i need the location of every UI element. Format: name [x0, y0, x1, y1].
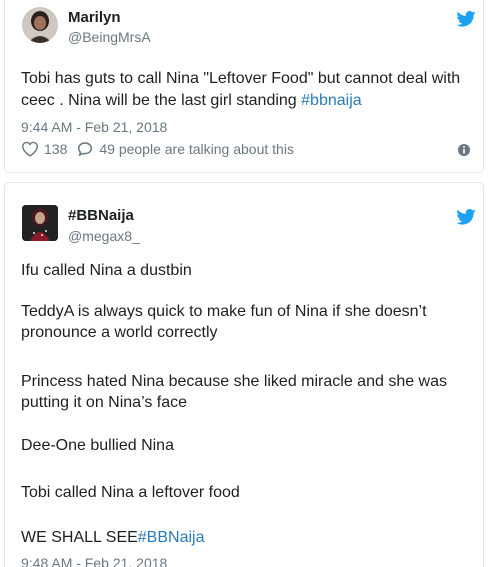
tweet-card: Marilyn @BeingMrsA Tobi has guts to call…	[4, 0, 484, 173]
tweet-text-line: Princess hated Nina because she liked mi…	[21, 373, 448, 390]
tweet-text-line: Tobi has guts to call Nina "Leftover Foo…	[21, 70, 461, 87]
like-button[interactable]: 138	[21, 141, 67, 157]
tweet-text-line: ceec . Nina will be the last girl standi…	[21, 92, 362, 109]
tweet-text-line: Ifu called Nina a dustbin	[21, 262, 192, 279]
display-name[interactable]: #BBNaija	[68, 207, 134, 224]
like-count: 138	[44, 141, 68, 157]
tweet-actions: 138 49 people are talking about this	[21, 139, 294, 159]
heart-icon	[21, 141, 39, 157]
user-handle[interactable]: @BeingMrsA	[68, 29, 151, 45]
tweet-text-line: Dee-One bullied Nina	[21, 437, 174, 454]
twitter-bird-icon[interactable]	[456, 209, 476, 225]
reply-button[interactable]: 49 people are talking about this	[77, 141, 294, 157]
info-icon[interactable]	[457, 143, 471, 157]
tweet-timestamp[interactable]: 9:48 AM - Feb 21, 2018	[21, 555, 167, 567]
tweet-text-line: Tobi called Nina a leftover food	[21, 484, 240, 501]
tweet-text-line: TeddyA is always quick to make fun of Ni…	[21, 303, 427, 320]
tweet-timestamp[interactable]: 9:44 AM - Feb 21, 2018	[21, 119, 167, 135]
hashtag-link[interactable]: #bbnaija	[301, 92, 362, 109]
tweet-card: #BBNaija @megax8_ Ifu called Nina a dust…	[4, 182, 484, 567]
display-name[interactable]: Marilyn	[68, 9, 121, 26]
twitter-bird-icon[interactable]	[456, 11, 476, 27]
hashtag-link[interactable]: #BBNaija	[138, 529, 205, 546]
speech-bubble-icon	[77, 141, 93, 157]
avatar[interactable]	[22, 7, 58, 43]
tweet-text-line: putting it on Nina’s face	[21, 394, 188, 411]
conversation-count-text: 49 people are talking about this	[99, 141, 294, 157]
avatar[interactable]	[22, 205, 58, 241]
user-handle[interactable]: @megax8_	[68, 228, 140, 244]
tweet-text-line: WE SHALL SEE#BBNaija	[21, 529, 205, 546]
tweet-text-line: pronounce a world correctly	[21, 324, 218, 341]
